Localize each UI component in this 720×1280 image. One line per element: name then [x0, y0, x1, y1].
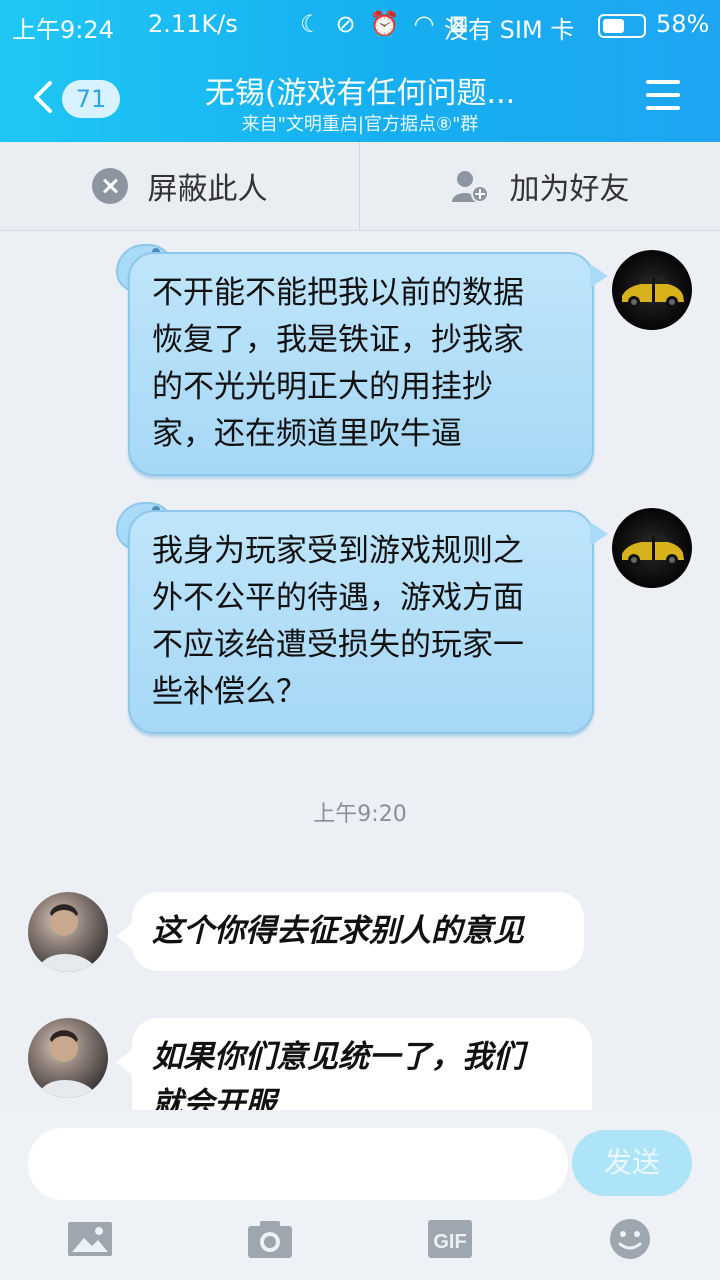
moon-icon: ☾ [300, 10, 322, 38]
network-speed: 2.11K/s [148, 10, 238, 38]
add-person-icon [451, 171, 489, 203]
add-friend-label: 加为好友 [509, 172, 630, 207]
sender-avatar[interactable] [28, 892, 108, 972]
car-icon [622, 277, 684, 308]
title-bar: 71 无锡(游戏有任何问题... 来自"文明重启|官方据点⑧"群 [0, 50, 720, 142]
message-line: 我身为玩家受到游戏规则之 [152, 533, 524, 569]
battery-icon [598, 14, 646, 38]
message-line: 外不公平的待遇，游戏方面 [152, 580, 524, 616]
person-icon [38, 904, 98, 972]
emoji-icon[interactable] [606, 1218, 654, 1260]
svg-text:GIF: GIF [433, 1231, 466, 1253]
sent-message-bubble[interactable]: 我身为玩家受到游戏规则之 外不公平的待遇，游戏方面 不应该给遭受损失的玩家一 些… [128, 510, 594, 734]
gif-icon[interactable]: GIF [426, 1218, 474, 1260]
received-message-bubble[interactable]: 这个你得去征求别人的意见 [132, 892, 584, 971]
bubble-tail [590, 264, 608, 288]
menu-icon[interactable] [646, 80, 680, 112]
block-user-button[interactable]: 屏蔽此人 [0, 142, 360, 230]
chat-header: 上午9:24 2.11K/s ☾ ⊘ ⏰ ◠ ⊠ 没有 SIM 卡 58% 71… [0, 0, 720, 142]
message-line: 不应该给遭受损失的玩家一 [152, 627, 524, 663]
block-user-label: 屏蔽此人 [147, 172, 268, 207]
alarm-icon: ⏰ [369, 10, 400, 38]
message-line: 这个你得去征求别人的意见 [152, 913, 524, 949]
chat-subtitle: 来自"文明重启|官方据点⑧"群 [241, 114, 479, 135]
block-icon [91, 168, 128, 204]
input-bar: 发送 GIF [0, 1110, 720, 1280]
message-line: 恢复了，我是铁证，抄我家 [152, 322, 524, 358]
wifi-icon: ◠ [413, 10, 435, 38]
add-friend-button[interactable]: 加为好友 [360, 142, 719, 230]
sent-message-bubble[interactable]: 不开能不能把我以前的数据 恢复了，我是铁证，抄我家 的不光光明正大的用挂抄 家，… [128, 252, 594, 476]
message-input[interactable] [28, 1128, 568, 1200]
message-line: 如果你们意见统一了，我们 [152, 1039, 524, 1075]
back-chevron-icon[interactable] [30, 80, 58, 114]
status-time: 上午9:24 [12, 16, 114, 44]
message-line: 家，还在频道里吹牛逼 [152, 416, 462, 452]
message-line: 就会开服 [152, 1086, 276, 1110]
chat-title: 无锡(游戏有任何问题... [204, 76, 516, 111]
message-list[interactable]: 不开能不能把我以前的数据 恢复了，我是铁证，抄我家 的不光光明正大的用挂抄 家，… [0, 230, 720, 1110]
status-bar: 上午9:24 2.11K/s ☾ ⊘ ⏰ ◠ ⊠ 没有 SIM 卡 58% [0, 0, 720, 50]
sender-avatar[interactable] [28, 1018, 108, 1098]
message-line: 的不光光明正大的用挂抄 [152, 369, 493, 405]
image-icon[interactable] [66, 1218, 114, 1260]
profile-action-bar: 屏蔽此人 加为好友 [0, 142, 720, 231]
message-line: 不开能不能把我以前的数据 [152, 275, 524, 311]
bubble-tail [590, 522, 608, 546]
message-timestamp: 上午9:20 [313, 802, 407, 827]
person-icon [38, 1030, 98, 1098]
my-avatar[interactable] [612, 508, 692, 588]
message-line: 些补偿么？ [152, 674, 307, 710]
send-button[interactable]: 发送 [572, 1130, 692, 1196]
my-avatar[interactable] [612, 250, 692, 330]
unread-badge[interactable]: 71 [62, 80, 120, 118]
received-message-bubble[interactable]: 如果你们意见统一了，我们 就会开服 [132, 1018, 592, 1110]
battery-percent: 58% [656, 10, 710, 38]
sim-status: 没有 SIM 卡 [444, 16, 575, 44]
vibrate-off-icon: ⊘ [335, 10, 356, 38]
camera-icon[interactable] [246, 1218, 294, 1260]
car-icon [622, 535, 684, 566]
